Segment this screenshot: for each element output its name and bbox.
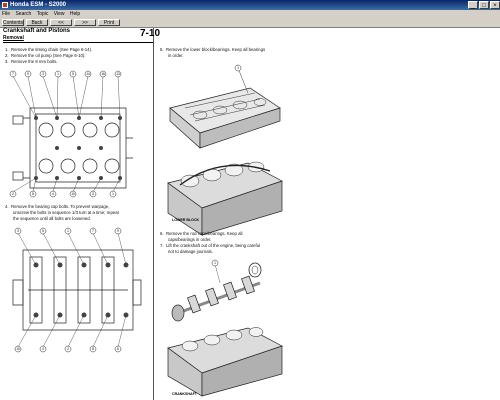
print-button[interactable]: Print <box>98 19 120 26</box>
callout: 13 <box>116 72 120 76</box>
window-title: Honda ESM - S2000 <box>10 2 67 8</box>
app-icon <box>2 2 8 8</box>
section-subtitle: Removal <box>3 35 24 41</box>
callout: 4 <box>52 192 54 196</box>
close-button[interactable]: × <box>490 1 500 9</box>
menu-bar: File Search Topic View Help <box>0 10 500 18</box>
svg-text:1: 1 <box>214 261 216 265</box>
callout: 2 <box>12 192 14 196</box>
title-bar: Honda ESM - S2000 _ □ × <box>0 0 500 10</box>
step-1: 1. Remove the timing chain (See Page 6-1… <box>5 47 93 52</box>
callout: 3 <box>92 192 94 196</box>
caption-lower-block: LOWER BLOCK <box>172 218 200 222</box>
column-divider <box>153 28 154 400</box>
step-4: 4. Remove the bearing cap bolts. To prev… <box>5 204 110 209</box>
callout: 3 <box>42 72 44 76</box>
callout: 1 <box>67 229 69 233</box>
callout: 9 <box>27 72 29 76</box>
callout: 8 <box>32 192 34 196</box>
back-button[interactable]: Back <box>26 19 48 26</box>
callout: 9 <box>117 229 119 233</box>
page-number: 7-10 <box>140 28 161 39</box>
menu-help[interactable]: Help <box>68 10 82 18</box>
callout: 8 <box>92 347 94 351</box>
step-4-text-a: Remove the bearing cap bolts. To prevent… <box>10 204 110 209</box>
callout: 2 <box>67 347 69 351</box>
lower-block-illustration: 1 <box>167 64 283 236</box>
step-6-text-b: caps/bearings in order. <box>168 237 212 242</box>
callout: 10 <box>71 192 75 196</box>
bolt-sequence-diagram-2: 3 5 1 7 9 10 4 2 8 6 <box>12 227 142 353</box>
minimize-button[interactable]: _ <box>468 1 478 9</box>
step-2-text: Remove the oil pump (See Page 6-10). <box>10 53 86 58</box>
next-page-button[interactable]: >> <box>74 19 96 26</box>
menu-search[interactable]: Search <box>13 10 33 18</box>
callout: 10 <box>16 347 20 351</box>
bolt-pattern-diagram-1: 7 9 3 1 5 14 16 13 2 8 4 10 3 1 <box>9 70 133 198</box>
step-7-text-a: Lift the crankshaft out of the engine, b… <box>165 243 261 248</box>
callout: 3 <box>17 229 19 233</box>
step-1-text: Remove the timing chain (See Page 6-14). <box>10 47 93 52</box>
callout: 7 <box>12 72 14 76</box>
step-7-text-b: not to damage journals. <box>168 249 213 254</box>
caption-crankshaft: CRANKSHAFT <box>172 392 197 396</box>
prev-page-button[interactable]: << <box>50 19 72 26</box>
contents-button[interactable]: Contents <box>2 19 24 26</box>
step-7: 7. Lift the crankshaft out of the engine… <box>160 243 261 248</box>
maximize-button[interactable]: □ <box>479 1 489 9</box>
step-5-text-a: Remove the lower block/bearings. Keep al… <box>165 47 266 52</box>
callout: 16 <box>101 72 105 76</box>
callout: 4 <box>42 347 44 351</box>
step-6-text-a: Remove the rod caps/bearings. Keep all <box>165 231 243 236</box>
step-6: 6. Remove the rod caps/bearings. Keep al… <box>160 231 243 236</box>
callout: 5 <box>42 229 44 233</box>
callout: 7 <box>92 229 94 233</box>
document-pane: Crankshaft and Pistons Removal 7-10 1. R… <box>0 28 500 400</box>
menu-topic[interactable]: Topic <box>35 10 51 18</box>
svg-text:1: 1 <box>237 66 239 70</box>
step-4-text-c: the sequence until all bolts are loosene… <box>13 216 91 221</box>
callout: 1 <box>57 72 59 76</box>
toolbar: Contents Back << >> Print <box>0 18 500 28</box>
menu-view[interactable]: View <box>52 10 67 18</box>
step-3: 3. Remove the 8 mm bolts. <box>5 59 58 64</box>
step-5-text-b: in order. <box>168 53 184 58</box>
step-2: 2. Remove the oil pump (See Page 6-10). <box>5 53 86 58</box>
menu-file[interactable]: File <box>0 10 12 18</box>
callout: 14 <box>86 72 90 76</box>
header-rule <box>3 42 153 43</box>
callout: 6 <box>117 347 119 351</box>
crankshaft-illustration: 1 <box>167 259 283 397</box>
step-4-text-b: unscrew the bolts in sequence 1/3 turn a… <box>13 210 119 215</box>
callout: 1 <box>112 192 114 196</box>
step-5: 5. Remove the lower block/bearings. Keep… <box>160 47 266 52</box>
step-3-text: Remove the 8 mm bolts. <box>10 59 58 64</box>
section-title: Crankshaft and Pistons <box>3 28 71 34</box>
callout: 5 <box>72 72 74 76</box>
